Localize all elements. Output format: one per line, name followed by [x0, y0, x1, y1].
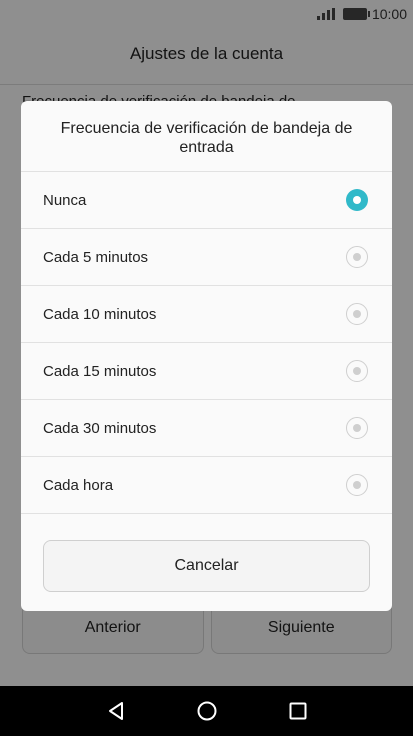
radio-unselected-icon[interactable]	[346, 417, 368, 439]
radio-unselected-icon[interactable]	[346, 360, 368, 382]
navigation-bar	[0, 686, 413, 736]
option-label: Cada hora	[43, 476, 114, 494]
option-label: Cada 5 minutos	[43, 248, 149, 266]
option-30-min[interactable]: Cada 30 minutos	[21, 400, 392, 457]
option-10-min[interactable]: Cada 10 minutos	[21, 286, 392, 343]
option-5-min[interactable]: Cada 5 minutos	[21, 229, 392, 286]
radio-selected-icon[interactable]	[346, 189, 368, 211]
cancel-button[interactable]: Cancelar	[43, 540, 370, 592]
radio-unselected-icon[interactable]	[346, 246, 368, 268]
option-list: Nunca Cada 5 minutos Cada 10 minutos Cad…	[21, 171, 392, 514]
frequency-dialog: Frecuencia de verificación de bandeja de…	[21, 101, 392, 611]
option-label: Cada 30 minutos	[43, 419, 157, 437]
dialog-title: Frecuencia de verificación de bandeja de…	[60, 120, 353, 156]
radio-unselected-icon[interactable]	[346, 474, 368, 496]
option-nunca[interactable]: Nunca	[21, 172, 392, 229]
option-label: Cada 10 minutos	[43, 305, 157, 323]
option-label: Nunca	[43, 191, 87, 209]
option-15-min[interactable]: Cada 15 minutos	[21, 343, 392, 400]
option-hourly[interactable]: Cada hora	[21, 457, 392, 514]
back-icon[interactable]	[104, 699, 128, 723]
radio-unselected-icon[interactable]	[346, 303, 368, 325]
option-label: Cada 15 minutos	[43, 362, 157, 380]
recents-icon[interactable]	[286, 699, 310, 723]
home-icon[interactable]	[195, 699, 219, 723]
